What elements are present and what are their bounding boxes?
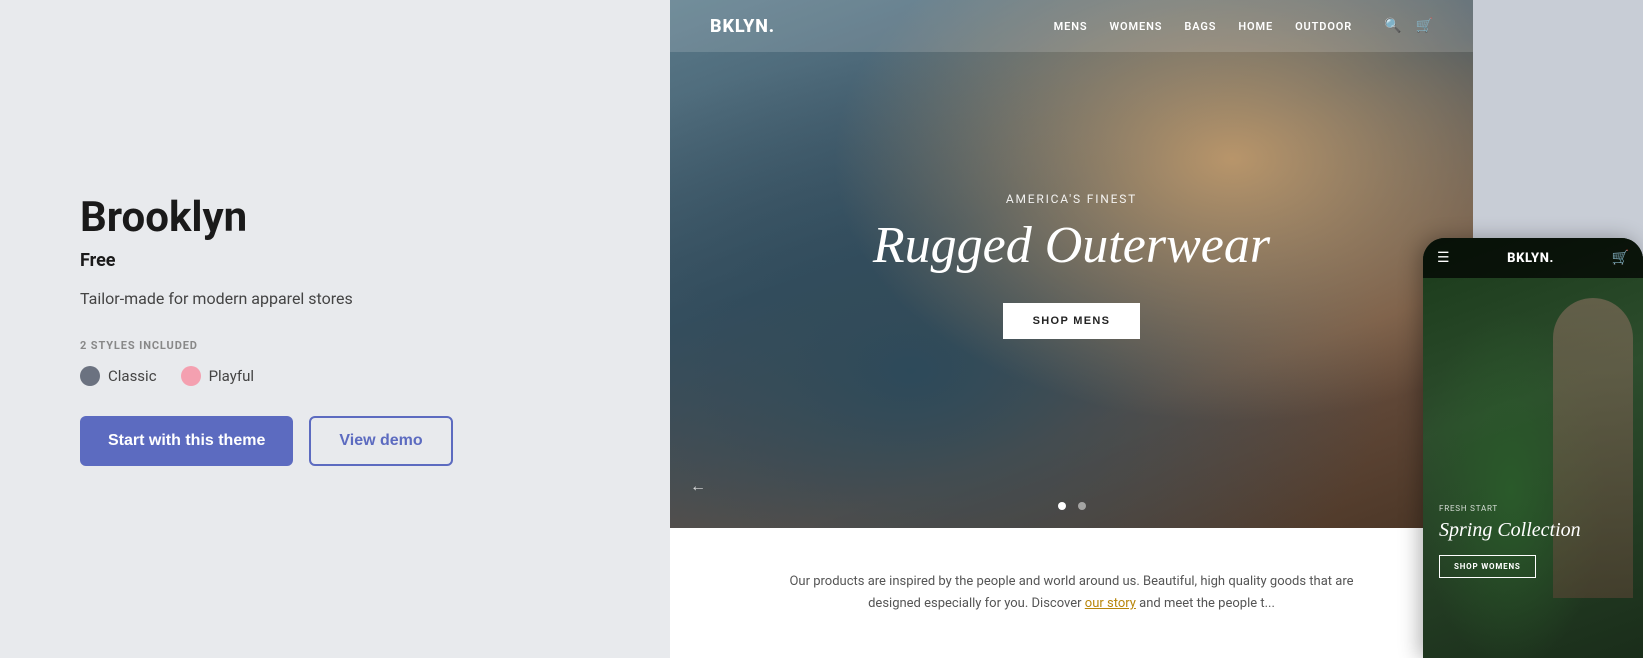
nav-icons: 🔍 🛒 — [1384, 18, 1433, 34]
theme-description: Tailor-made for modern apparel stores — [80, 287, 590, 311]
hero-section: BKLYN. MENS WOMENS BAGS HOME OUTDOOR 🔍 🛒… — [670, 0, 1473, 530]
mobile-hamburger-icon: ☰ — [1437, 250, 1450, 266]
playful-label: Playful — [209, 367, 254, 385]
mobile-hero-btn: SHOP WOMENS — [1439, 555, 1536, 578]
carousel-dot-2 — [1078, 502, 1086, 510]
styles-row: Classic Playful — [80, 366, 590, 386]
site-logo: BKLYN. — [710, 16, 775, 37]
mobile-hero-subtitle: FRESH START — [1439, 504, 1627, 513]
bottom-section: Our products are inspired by the people … — [670, 528, 1473, 658]
classic-dot — [80, 366, 100, 386]
hero-content: AMERICA'S FINEST Rugged Outerwear SHOP M… — [873, 192, 1270, 339]
mobile-header: ☰ BKLYN. 🛒 — [1423, 238, 1643, 278]
theme-price: Free — [80, 250, 590, 271]
carousel-arrow-left: ← — [690, 476, 706, 496]
right-panel: BKLYN. MENS WOMENS BAGS HOME OUTDOOR 🔍 🛒… — [670, 0, 1643, 658]
view-demo-button[interactable]: View demo — [309, 416, 452, 466]
style-option-playful[interactable]: Playful — [181, 366, 254, 386]
mobile-hero-content: FRESH START Spring Collection SHOP WOMEN… — [1423, 504, 1643, 578]
bottom-text: Our products are inspired by the people … — [772, 571, 1372, 615]
playful-dot — [181, 366, 201, 386]
site-nav: MENS WOMENS BAGS HOME OUTDOOR 🔍 🛒 — [1054, 18, 1433, 34]
mobile-hero-title: Spring Collection — [1439, 519, 1627, 542]
search-icon: 🔍 — [1384, 18, 1401, 34]
carousel-dot-1 — [1058, 502, 1066, 510]
nav-outdoor: OUTDOOR — [1295, 20, 1352, 33]
mobile-preview: ☰ BKLYN. 🛒 FRESH START Spring Collection… — [1423, 238, 1643, 658]
classic-label: Classic — [108, 367, 157, 385]
nav-mens: MENS — [1054, 20, 1088, 33]
hero-title: Rugged Outerwear — [873, 216, 1270, 275]
carousel-controls: ← — [670, 502, 1473, 510]
start-theme-button[interactable]: Start with this theme — [80, 416, 293, 466]
nav-womens: WOMENS — [1109, 20, 1162, 33]
bottom-text-end: and meet the people t... — [1139, 596, 1275, 611]
mobile-inner: ☰ BKLYN. 🛒 FRESH START Spring Collection… — [1423, 238, 1643, 658]
style-option-classic[interactable]: Classic — [80, 366, 157, 386]
hero-cta-button[interactable]: SHOP MENS — [1003, 303, 1141, 339]
bottom-link[interactable]: our story — [1085, 596, 1136, 611]
styles-label: 2 STYLES INCLUDED — [80, 339, 590, 352]
buttons-row: Start with this theme View demo — [80, 416, 590, 466]
theme-title: Brooklyn — [80, 193, 590, 242]
cart-icon: 🛒 — [1416, 18, 1433, 34]
site-header: BKLYN. MENS WOMENS BAGS HOME OUTDOOR 🔍 🛒 — [670, 0, 1473, 52]
nav-bags: BAGS — [1184, 20, 1216, 33]
hero-subtitle: AMERICA'S FINEST — [873, 192, 1270, 206]
left-panel: Brooklyn Free Tailor-made for modern app… — [0, 0, 670, 658]
desktop-preview: BKLYN. MENS WOMENS BAGS HOME OUTDOOR 🔍 🛒… — [670, 0, 1473, 658]
mobile-cart-icon: 🛒 — [1612, 250, 1629, 266]
nav-home: HOME — [1238, 20, 1273, 33]
mobile-logo: BKLYN. — [1507, 251, 1554, 266]
